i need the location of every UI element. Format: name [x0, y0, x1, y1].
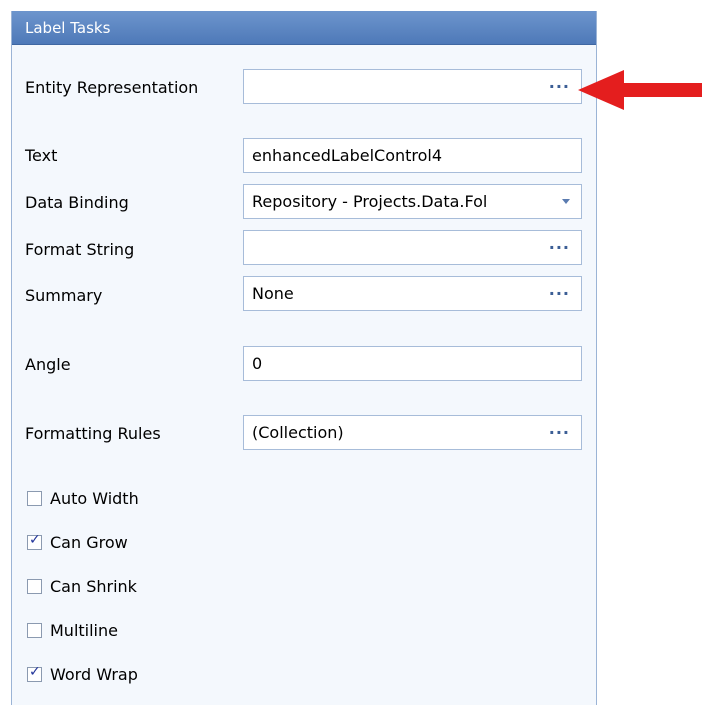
panel-title-bar: Label Tasks: [12, 11, 596, 45]
format-string-browse-button[interactable]: ...: [549, 234, 570, 253]
checkmark-icon: ✓: [29, 664, 41, 680]
summary-browse-button[interactable]: ...: [549, 280, 570, 299]
can-shrink-label: Can Shrink: [50, 577, 137, 596]
angle-label: Angle: [25, 355, 71, 374]
formatting-rules-label: Formatting Rules: [25, 424, 161, 443]
angle-field[interactable]: 0: [243, 346, 582, 381]
formatting-rules-field[interactable]: (Collection) ...: [243, 415, 582, 450]
annotation-arrow-icon: [578, 70, 702, 114]
checkbox-box[interactable]: [27, 579, 42, 594]
checkbox-box[interactable]: ✓: [27, 532, 42, 550]
text-label: Text: [25, 146, 58, 165]
formatting-rules-value: (Collection): [252, 423, 344, 442]
label-tasks-panel: Label Tasks Entity Representation ... Te…: [11, 11, 597, 705]
text-value: enhancedLabelControl4: [252, 146, 443, 165]
entity-representation-browse-button[interactable]: ...: [549, 73, 570, 92]
data-binding-label: Data Binding: [25, 193, 129, 212]
data-binding-value: Repository - Projects.Data.Fol: [252, 192, 488, 211]
checkbox-box[interactable]: ✓: [27, 664, 42, 682]
word-wrap-label: Word Wrap: [50, 665, 138, 684]
format-string-label: Format String: [25, 240, 135, 259]
summary-label: Summary: [25, 286, 103, 305]
text-field[interactable]: enhancedLabelControl4: [243, 138, 582, 173]
angle-value: 0: [252, 354, 263, 373]
multiline-label: Multiline: [50, 621, 118, 640]
checkbox-box[interactable]: [27, 623, 42, 638]
format-string-field[interactable]: ...: [243, 230, 582, 265]
panel-title: Label Tasks: [25, 19, 111, 37]
can-grow-label: Can Grow: [50, 533, 128, 552]
entity-representation-field[interactable]: ...: [243, 69, 582, 104]
data-binding-dropdown[interactable]: Repository - Projects.Data.Fol: [243, 184, 582, 219]
entity-representation-label: Entity Representation: [25, 78, 199, 97]
checkbox-box[interactable]: [27, 491, 42, 506]
formatting-rules-browse-button[interactable]: ...: [549, 419, 570, 438]
checkmark-icon: ✓: [29, 532, 41, 548]
auto-width-label: Auto Width: [50, 489, 139, 508]
summary-value: None: [252, 284, 294, 303]
summary-field[interactable]: None ...: [243, 276, 582, 311]
chevron-down-icon[interactable]: [562, 199, 570, 204]
